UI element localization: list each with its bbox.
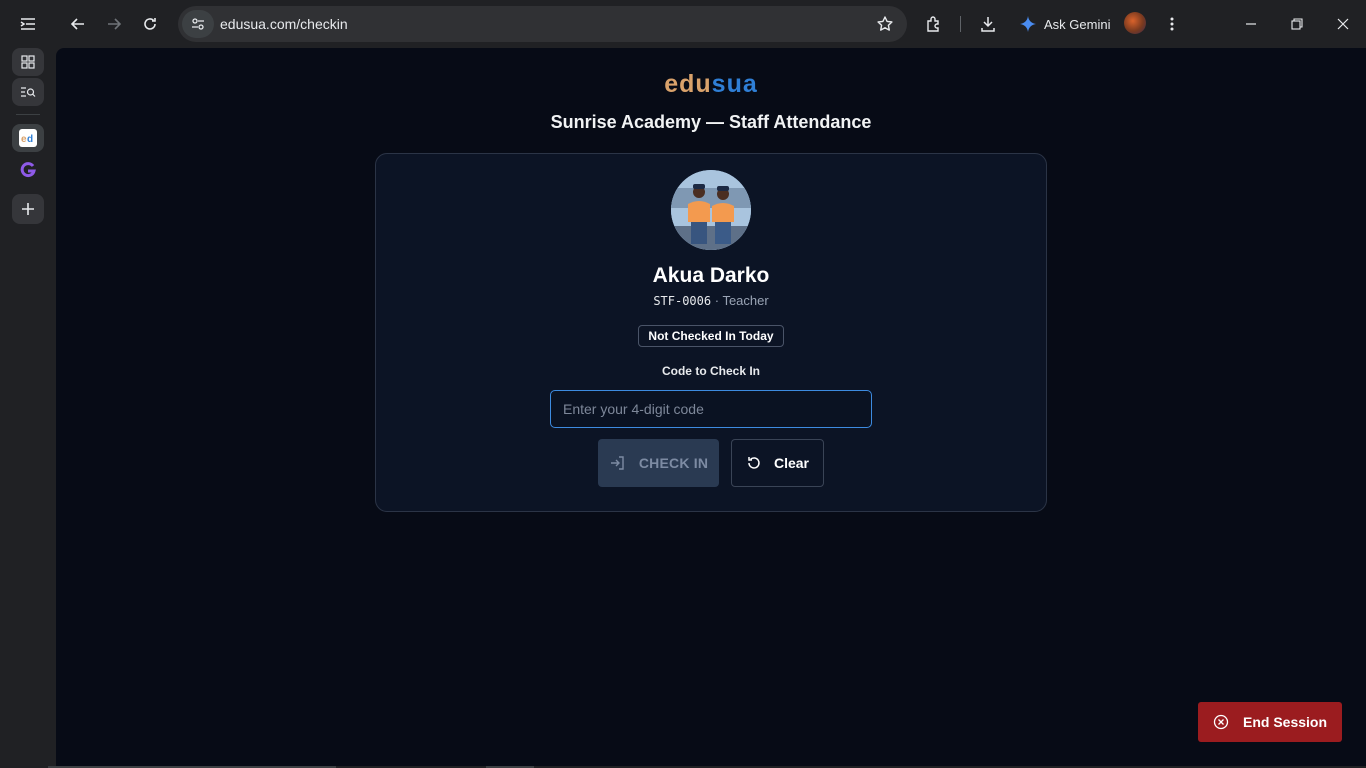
- edusua-logo: edusua: [664, 70, 758, 98]
- ask-gemini-label: Ask Gemini: [1044, 16, 1111, 32]
- g-logo-icon: [20, 162, 36, 178]
- browser-toolbar: edusua.com/checkin Ask Gemini: [0, 0, 1366, 48]
- toolbar-divider: [960, 16, 961, 32]
- back-icon[interactable]: [62, 8, 94, 40]
- tab-search-icon[interactable]: [12, 78, 44, 106]
- profile-avatar[interactable]: [1124, 12, 1146, 34]
- staff-id: STF-0006: [653, 294, 712, 308]
- new-tab-icon[interactable]: [12, 194, 44, 224]
- downloads-icon[interactable]: [972, 8, 1004, 40]
- check-in-label: CHECK IN: [638, 455, 709, 471]
- tab-groups-icon[interactable]: [12, 48, 44, 76]
- close-window-icon[interactable]: [1320, 0, 1366, 48]
- tab-separator: [16, 114, 40, 115]
- checkin-card: Akua Darko STF-0006 · Teacher Not Checke…: [375, 153, 1047, 512]
- reload-icon[interactable]: [134, 8, 166, 40]
- address-bar[interactable]: edusua.com/checkin: [178, 6, 907, 42]
- close-circle-icon: [1213, 714, 1229, 730]
- forward-icon[interactable]: [98, 8, 130, 40]
- code-input[interactable]: [550, 390, 872, 428]
- url-text[interactable]: edusua.com/checkin: [220, 16, 348, 32]
- site-info-icon[interactable]: [182, 10, 214, 38]
- meta-separator: ·: [711, 293, 723, 308]
- tab-grammar-app[interactable]: [12, 156, 44, 184]
- page-title: Sunrise Academy — Staff Attendance: [550, 112, 872, 132]
- end-session-button[interactable]: End Session: [1198, 702, 1342, 742]
- svg-text:d: d: [27, 134, 33, 145]
- staff-role: Teacher: [722, 293, 769, 308]
- status-badge: Not Checked In Today: [638, 325, 784, 347]
- staff-name: Akua Darko: [652, 264, 770, 287]
- check-in-button[interactable]: CHECK IN: [598, 439, 719, 487]
- code-label: Code to Check In: [661, 364, 760, 378]
- end-session-label: End Session: [1242, 714, 1328, 730]
- gemini-sparkle-icon: [1020, 16, 1036, 32]
- extensions-icon[interactable]: [918, 8, 950, 40]
- more-menu-icon[interactable]: [1156, 8, 1188, 40]
- tab-edusua[interactable]: ed: [12, 124, 44, 152]
- restore-icon[interactable]: [1274, 0, 1320, 48]
- edusua-favicon: ed: [19, 129, 37, 147]
- vertical-tab-strip: ed: [0, 48, 56, 768]
- minimize-icon[interactable]: [1228, 0, 1274, 48]
- ask-gemini-button[interactable]: Ask Gemini: [1014, 8, 1116, 40]
- reset-icon: [748, 457, 760, 469]
- tab-strip-toggle-icon[interactable]: [12, 8, 44, 40]
- staff-avatar: [671, 170, 751, 250]
- clear-button[interactable]: Clear: [731, 439, 824, 487]
- login-icon: [610, 456, 624, 470]
- page-viewport: edusua Sunrise Academy — Staff Attendanc…: [56, 48, 1366, 766]
- bookmark-star-icon[interactable]: [873, 12, 897, 36]
- staff-meta: STF-0006 · Teacher: [376, 293, 1046, 308]
- clear-label: Clear: [773, 455, 810, 471]
